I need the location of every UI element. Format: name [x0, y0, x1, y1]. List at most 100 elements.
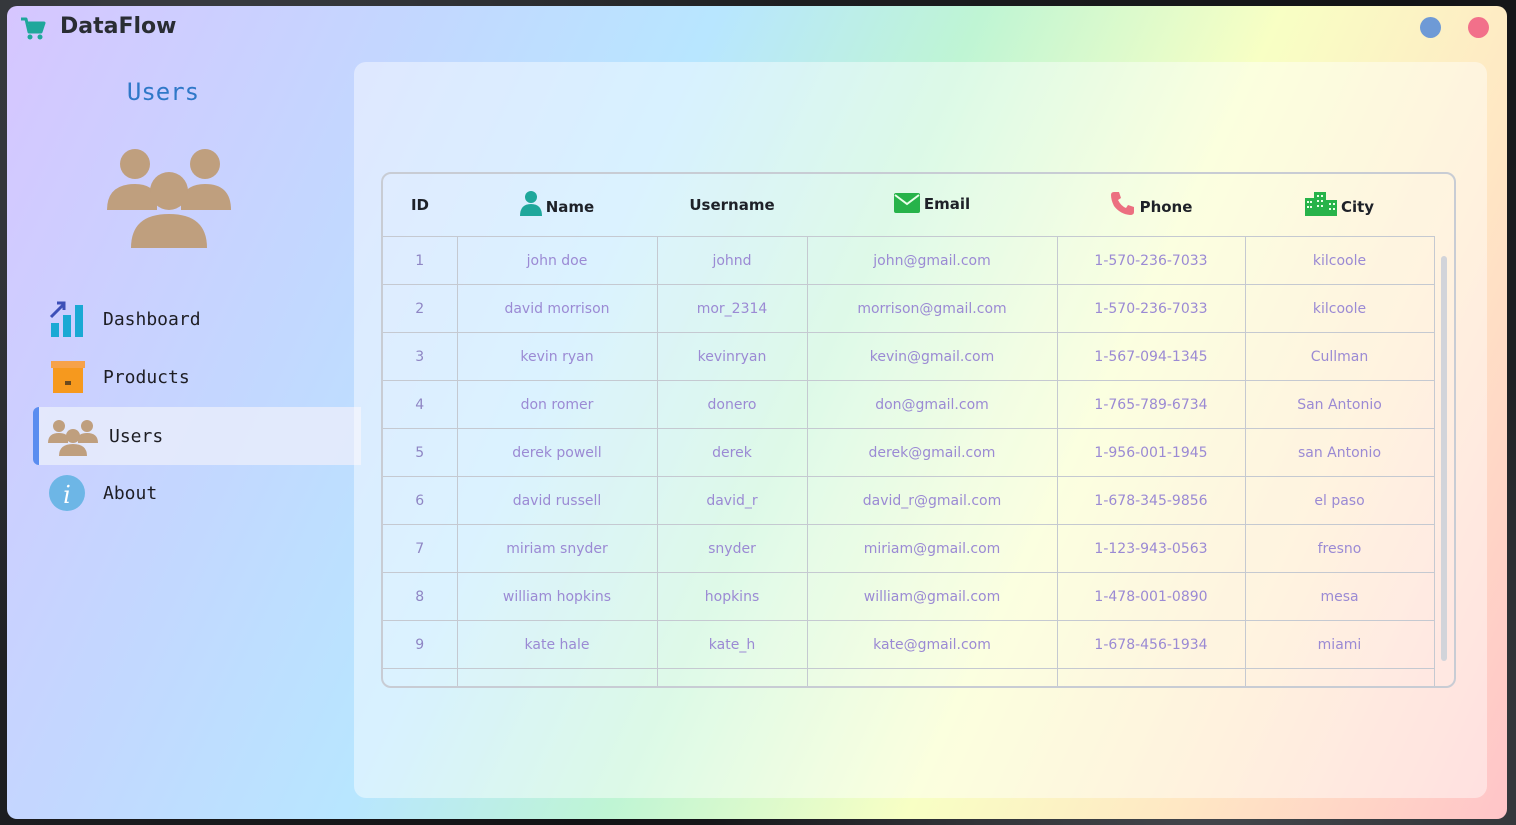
table-row[interactable]: 3 kevin ryan kevinryan kevin@gmail.com 1…	[383, 332, 1435, 381]
cell-city: fresno	[1245, 524, 1435, 573]
cell-username: donero	[657, 380, 808, 429]
users-table: ID Name Username Email Phone City 1 john…	[381, 172, 1456, 688]
shopping-cart-icon	[21, 17, 46, 40]
city-icon	[1304, 192, 1337, 216]
cell-email: david_r@gmail.com	[807, 476, 1058, 525]
cell-phone: 1-678-345-9856	[1057, 476, 1246, 525]
info-icon: i	[49, 475, 85, 511]
cell-name: john doe	[457, 236, 658, 285]
column-header-label: Name	[545, 198, 595, 216]
cell-email: kate@gmail.com	[807, 620, 1058, 669]
cell-city: kilcoole	[1245, 236, 1435, 285]
table-row[interactable]: 1 john doe johnd john@gmail.com 1-570-23…	[383, 236, 1435, 285]
cell-id: 4	[383, 380, 458, 429]
content-panel: ID Name Username Email Phone City 1 john…	[354, 62, 1487, 798]
column-header-email[interactable]: Email	[807, 174, 1057, 237]
cell-phone: 1-678-456-1934	[1057, 620, 1246, 669]
cell-city: san Antonio	[1245, 428, 1435, 477]
table-row[interactable]: 6 david russell david_r david_r@gmail.co…	[383, 476, 1435, 525]
cell-id: 9	[383, 620, 458, 669]
table-row[interactable]: 10 jimmie klein jimmie_k jimmie@gmail.co…	[383, 668, 1435, 686]
column-header-id[interactable]: ID	[383, 174, 457, 237]
svg-text:i: i	[63, 481, 71, 509]
cell-name: miriam snyder	[457, 524, 658, 573]
cell-email: derek@gmail.com	[807, 428, 1058, 477]
cell-name: david russell	[457, 476, 658, 525]
column-header-phone[interactable]: Phone	[1057, 174, 1245, 237]
sidebar-item-about[interactable]: i About	[33, 464, 355, 522]
cell-name: david morrison	[457, 284, 658, 333]
sidebar: Users Dashboard Products Users i About	[7, 54, 361, 819]
sidebar-item-dashboard[interactable]: Dashboard	[33, 290, 355, 348]
column-header-city[interactable]: City	[1245, 174, 1434, 237]
cell-city: miami	[1245, 620, 1435, 669]
cell-phone: 1-570-236-7033	[1057, 284, 1246, 333]
cell-username: david_r	[657, 476, 808, 525]
cell-username: jimmie_k	[657, 668, 808, 686]
cell-phone: 1-123-943-0563	[1057, 524, 1246, 573]
table-header-row: ID Name Username Email Phone City	[383, 174, 1434, 237]
title-bar: DataFlow	[7, 6, 1507, 54]
cell-username: hopkins	[657, 572, 808, 621]
cell-city: Cullman	[1245, 332, 1435, 381]
cell-id: 2	[383, 284, 458, 333]
sidebar-item-label: Users	[109, 425, 164, 447]
cell-city: mesa	[1245, 572, 1435, 621]
cell-id: 8	[383, 572, 458, 621]
minimize-button[interactable]	[1420, 17, 1441, 38]
column-header-label: ID	[410, 196, 430, 214]
box-icon	[51, 361, 85, 393]
cell-id: 3	[383, 332, 458, 381]
table-row[interactable]: 7 miriam snyder snyder miriam@gmail.com …	[383, 524, 1435, 573]
table-scrollbar[interactable]	[1441, 256, 1447, 661]
users-group-icon	[48, 420, 98, 456]
column-header-label: Phone	[1139, 198, 1193, 216]
cell-username: mor_2314	[657, 284, 808, 333]
table-row[interactable]: 5 derek powell derek derek@gmail.com 1-9…	[383, 428, 1435, 477]
cell-phone: 1-956-001-1945	[1057, 428, 1246, 477]
table-row[interactable]: 8 william hopkins hopkins william@gmail.…	[383, 572, 1435, 621]
cell-phone: 1-570-236-7033	[1057, 236, 1246, 285]
cell-email: miriam@gmail.com	[807, 524, 1058, 573]
cell-city: el paso	[1245, 476, 1435, 525]
cell-city: kilcoole	[1245, 284, 1435, 333]
sidebar-item-users[interactable]: Users	[33, 407, 361, 465]
cell-email: don@gmail.com	[807, 380, 1058, 429]
cell-email: kevin@gmail.com	[807, 332, 1058, 381]
table-row[interactable]: 2 david morrison mor_2314 morrison@gmail…	[383, 284, 1435, 333]
cell-email: jimmie@gmail.com	[807, 668, 1058, 686]
cell-id: 7	[383, 524, 458, 573]
cell-city: fort wayne	[1245, 668, 1435, 686]
cell-username: johnd	[657, 236, 808, 285]
column-header-label: City	[1340, 198, 1375, 216]
cell-email: john@gmail.com	[807, 236, 1058, 285]
cell-username: derek	[657, 428, 808, 477]
table-row[interactable]: 4 don romer donero don@gmail.com 1-765-7…	[383, 380, 1435, 429]
cell-id: 6	[383, 476, 458, 525]
users-group-icon	[107, 149, 231, 248]
cell-id: 10	[383, 668, 458, 686]
cell-username: snyder	[657, 524, 808, 573]
column-header-label: Username	[689, 196, 775, 214]
close-button[interactable]	[1468, 17, 1489, 38]
cell-name: don romer	[457, 380, 658, 429]
cell-name: derek powell	[457, 428, 658, 477]
table-row[interactable]: 9 kate hale kate_h kate@gmail.com 1-678-…	[383, 620, 1435, 669]
cell-name: kate hale	[457, 620, 658, 669]
sidebar-item-label: Dashboard	[103, 308, 201, 330]
cell-id: 5	[383, 428, 458, 477]
cell-phone: 1-765-789-6734	[1057, 380, 1246, 429]
cell-id: 1	[383, 236, 458, 285]
person-icon	[519, 191, 542, 216]
cell-phone: 1-567-094-1345	[1057, 332, 1246, 381]
cell-phone: 1-104-001-4567	[1057, 668, 1246, 686]
sidebar-item-label: About	[103, 482, 158, 504]
sidebar-item-products[interactable]: Products	[33, 348, 355, 406]
bar-chart-icon	[49, 301, 83, 337]
column-header-name[interactable]: Name	[457, 174, 657, 237]
cell-email: william@gmail.com	[807, 572, 1058, 621]
cell-city: San Antonio	[1245, 380, 1435, 429]
column-header-username[interactable]: Username	[657, 174, 807, 237]
cell-name: jimmie klein	[457, 668, 658, 686]
column-header-label: Email	[923, 195, 971, 213]
